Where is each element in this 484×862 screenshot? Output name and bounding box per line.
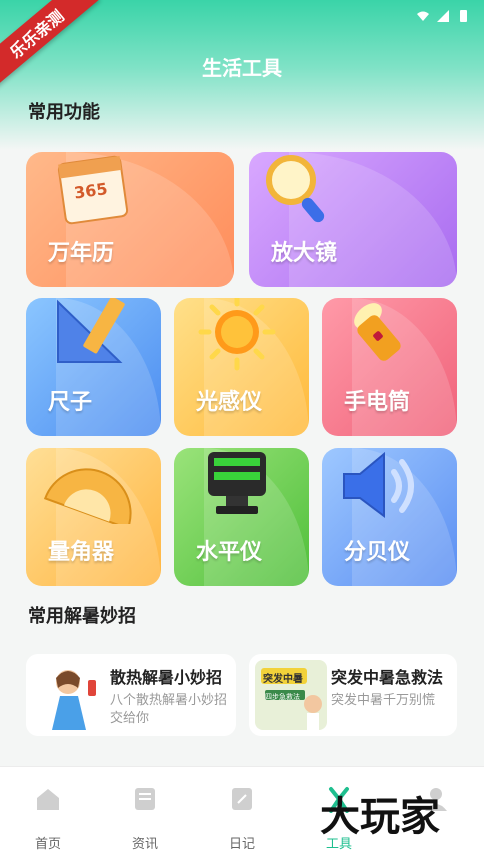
tool-card-flashlight[interactable]: 手电筒 [322, 298, 457, 436]
wifi-icon [417, 11, 429, 21]
calendar-icon: 365 [57, 155, 129, 225]
tool-card-magnifier[interactable]: 放大镜 [249, 152, 457, 287]
tip-title-cooling: 散热解暑小妙招 [110, 668, 223, 687]
tool-label-light-meter: 光感仪 [196, 390, 263, 415]
tip-title-heatstroke: 突发中暑急救法 [331, 668, 444, 687]
tool-label-ruler: 尺子 [48, 390, 93, 415]
tab-label-news: 资讯 [131, 837, 158, 852]
tab-home[interactable]: 首页 [0, 767, 96, 862]
tool-label-calendar: 万年历 [48, 241, 115, 266]
tool-label-flashlight: 手电筒 [344, 390, 411, 415]
battery-icon [460, 10, 467, 22]
section-title-common: 常用功能 [28, 102, 100, 123]
tip-thumb-cooling [32, 660, 106, 730]
tool-label-protractor: 量角器 [48, 540, 115, 565]
tab-label-home: 首页 [34, 837, 61, 852]
protractor-icon [43, 468, 132, 524]
home-icon [37, 789, 59, 810]
signal-icon [437, 10, 449, 22]
tool-card-light-meter[interactable]: 光感仪 [174, 298, 309, 436]
sun-icon [198, 298, 276, 371]
tip-thumb-subtext: 四步急救法 [265, 693, 300, 701]
page-title: 生活工具 [202, 56, 282, 80]
tip-desc-heatstroke: 突发中暑千万别慌 [331, 693, 436, 708]
tab-diary[interactable]: 日记 [194, 767, 290, 862]
tip-thumb-text: 突发中暑 [263, 674, 303, 685]
tip-card-cooling[interactable]: 散热解暑小妙招 八个散热解暑小妙招交给你 [26, 654, 236, 736]
watermark: 大玩家 [320, 794, 440, 840]
speaker-icon [343, 451, 414, 518]
diary-icon [232, 788, 252, 810]
tool-label-magnifier: 放大镜 [271, 241, 338, 266]
section-title-tips: 常用解暑妙招 [28, 606, 136, 627]
tool-card-calendar[interactable]: 365 万年历 [26, 152, 234, 287]
tool-label-level: 水平仪 [196, 540, 263, 565]
tip-card-heatstroke[interactable]: 突发中暑 四步急救法 突发中暑急救法 突发中暑千万别慌 [249, 654, 457, 736]
tool-card-protractor[interactable]: 量角器 [26, 448, 161, 586]
tip-desc-cooling: 八个散热解暑小妙招交给你 [110, 693, 228, 726]
tool-card-ruler[interactable]: 尺子 [26, 298, 161, 436]
news-icon [135, 788, 155, 810]
tab-news[interactable]: 资讯 [97, 767, 193, 862]
tool-label-decibel: 分贝仪 [344, 540, 411, 565]
laser-level-icon [208, 452, 266, 514]
tool-card-level[interactable]: 水平仪 [174, 448, 309, 586]
ruler-icon [57, 298, 125, 363]
tab-label-diary: 日记 [228, 837, 255, 852]
flashlight-icon [354, 303, 401, 361]
magnifier-icon [266, 155, 325, 223]
tool-card-decibel[interactable]: 分贝仪 [322, 448, 457, 586]
